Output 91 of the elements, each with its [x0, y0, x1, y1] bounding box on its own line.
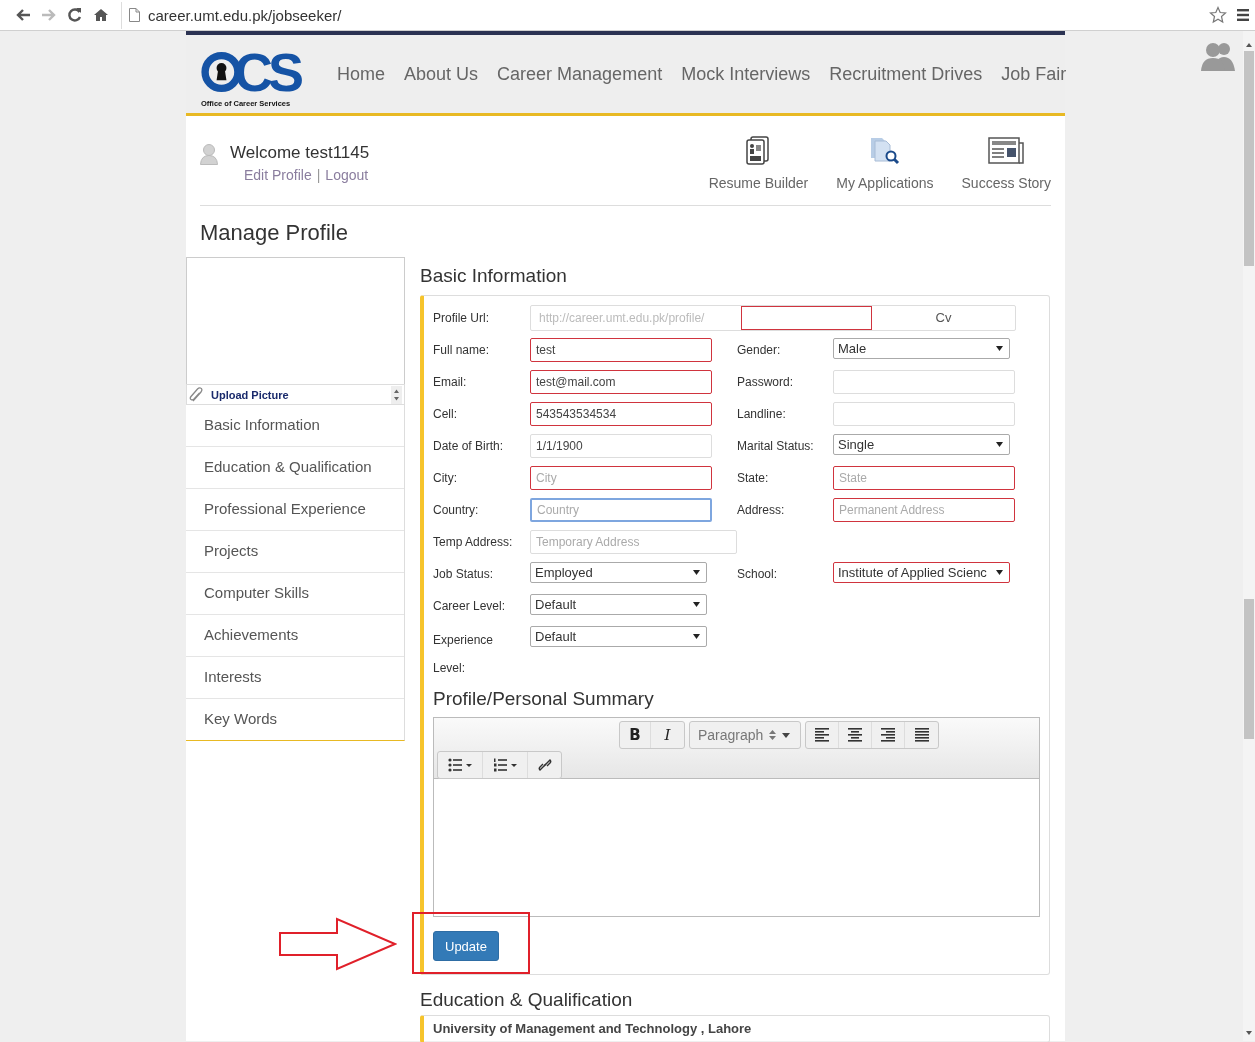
user-avatar-icon: [200, 143, 218, 165]
section-title: Profile/Personal Summary: [433, 688, 655, 710]
field-label: Country:: [433, 502, 480, 519]
welcome-text: Welcome test1145: [230, 143, 370, 163]
caret-icon: [693, 570, 700, 575]
select-field[interactable]: Single: [833, 434, 1010, 455]
field-label: Date of Birth:: [433, 438, 505, 455]
upload-bar[interactable]: Upload Picture: [186, 384, 405, 405]
caret-icon: [996, 346, 1003, 351]
nav-link[interactable]: About Us: [404, 63, 479, 85]
field-label: Experience Level:: [433, 632, 495, 677]
sidebar-item[interactable]: Achievements: [186, 615, 404, 657]
section-title: Basic Information: [420, 265, 568, 287]
updown-icon: [769, 730, 777, 740]
field-label: Temp Address:: [433, 534, 514, 551]
select-field[interactable]: Male: [833, 338, 1010, 359]
input-field[interactable]: test@mail.com: [530, 370, 712, 394]
bold-button[interactable]: B: [620, 722, 651, 748]
select-field[interactable]: Employed: [530, 562, 707, 583]
field-label: Marital Status:: [737, 438, 815, 455]
select-field[interactable]: Default: [530, 626, 707, 647]
nav-link[interactable]: Career Management: [497, 63, 663, 85]
spinner-icon[interactable]: [391, 385, 402, 404]
field-label: Profile Url:: [433, 310, 490, 327]
user-link[interactable]: Logout: [325, 167, 369, 183]
institution-name: University of Management and Technology , Lahore: [433, 1021, 753, 1036]
reload-icon[interactable]: [67, 7, 83, 23]
sidebar-item[interactable]: Interests: [186, 657, 404, 699]
menu-icon[interactable]: [1237, 9, 1249, 21]
newspaper-icon: [987, 136, 1026, 166]
quick-link[interactable]: Resume Builder: [708, 136, 809, 205]
field-label: Gender:: [737, 342, 782, 359]
field-label: Landline:: [737, 406, 787, 423]
document-icon: [745, 136, 772, 166]
field-label: Address:: [737, 502, 786, 519]
quick-link[interactable]: My Applications: [836, 136, 934, 205]
field-label: Password:: [737, 374, 795, 391]
sidebar-item[interactable]: Projects: [186, 531, 404, 573]
star-icon[interactable]: [1209, 6, 1227, 24]
numbered-list-icon: [493, 758, 517, 772]
sidebar-item[interactable]: Professional Experience: [186, 489, 404, 531]
back-arrow-icon[interactable]: [15, 7, 31, 23]
upload-label: Upload Picture: [211, 388, 290, 401]
field-label: State:: [737, 470, 770, 487]
align-right-icon: [881, 728, 895, 742]
sidebar-item[interactable]: Computer Skills: [186, 573, 404, 615]
user-link[interactable]: Edit Profile: [244, 167, 312, 183]
quick-link[interactable]: Success Story: [961, 136, 1051, 205]
caret-icon: [693, 634, 700, 639]
caret-icon: [996, 570, 1003, 575]
home-icon[interactable]: [93, 7, 109, 23]
page-icon: [129, 8, 140, 22]
url-suffix: Cv: [934, 309, 953, 327]
field-label: Email:: [433, 374, 468, 391]
url-text: career.umt.edu.pk/jobseeker/: [148, 6, 342, 24]
input-field[interactable]: 1/1/1900: [530, 434, 712, 458]
nav-link[interactable]: Mock Interviews: [681, 63, 811, 85]
update-button[interactable]: Update: [433, 931, 499, 961]
nav-link[interactable]: Home: [337, 63, 385, 85]
text-editor[interactable]: B I Paragraph: [433, 717, 1040, 917]
bullet-list-icon: [448, 758, 472, 772]
sidebar-item[interactable]: Basic Information: [186, 405, 404, 447]
field-label: Full name:: [433, 342, 491, 359]
field-label: Career Level:: [433, 598, 507, 615]
sidebar-item[interactable]: Key Words: [186, 699, 404, 740]
justify-icon: [914, 728, 929, 742]
paperclip-icon: [189, 386, 203, 403]
align-left-icon: [815, 728, 829, 742]
field-label: Job Status:: [433, 566, 495, 583]
caret-icon: [782, 732, 791, 738]
url-prefix: http://career.umt.edu.pk/profile/: [538, 310, 706, 327]
field-label: School:: [737, 566, 779, 583]
link-icon: [537, 758, 552, 772]
field-label: Cell:: [433, 406, 458, 423]
nav-link[interactable]: Job Fair: [1001, 63, 1067, 85]
page-title: Manage Profile: [199, 219, 349, 247]
italic-button[interactable]: I: [651, 722, 684, 748]
format-dropdown[interactable]: Paragraph: [690, 722, 800, 748]
nav-link[interactable]: Recruitment Drives: [829, 63, 983, 85]
select-field[interactable]: Institute of Applied Scienc: [833, 562, 1010, 583]
caret-icon: [996, 442, 1003, 447]
input-field[interactable]: test: [530, 338, 712, 362]
input-field[interactable]: [741, 306, 872, 330]
separator: |: [316, 167, 321, 183]
section-title: Education & Qualification: [420, 989, 634, 1011]
input-field[interactable]: 543543534534: [530, 402, 712, 426]
align-center-icon: [848, 728, 862, 742]
field-label: City:: [433, 470, 458, 487]
caret-icon: [693, 602, 700, 607]
sidebar-item[interactable]: Education & Qualification: [186, 447, 404, 489]
select-field[interactable]: Default: [530, 594, 707, 615]
